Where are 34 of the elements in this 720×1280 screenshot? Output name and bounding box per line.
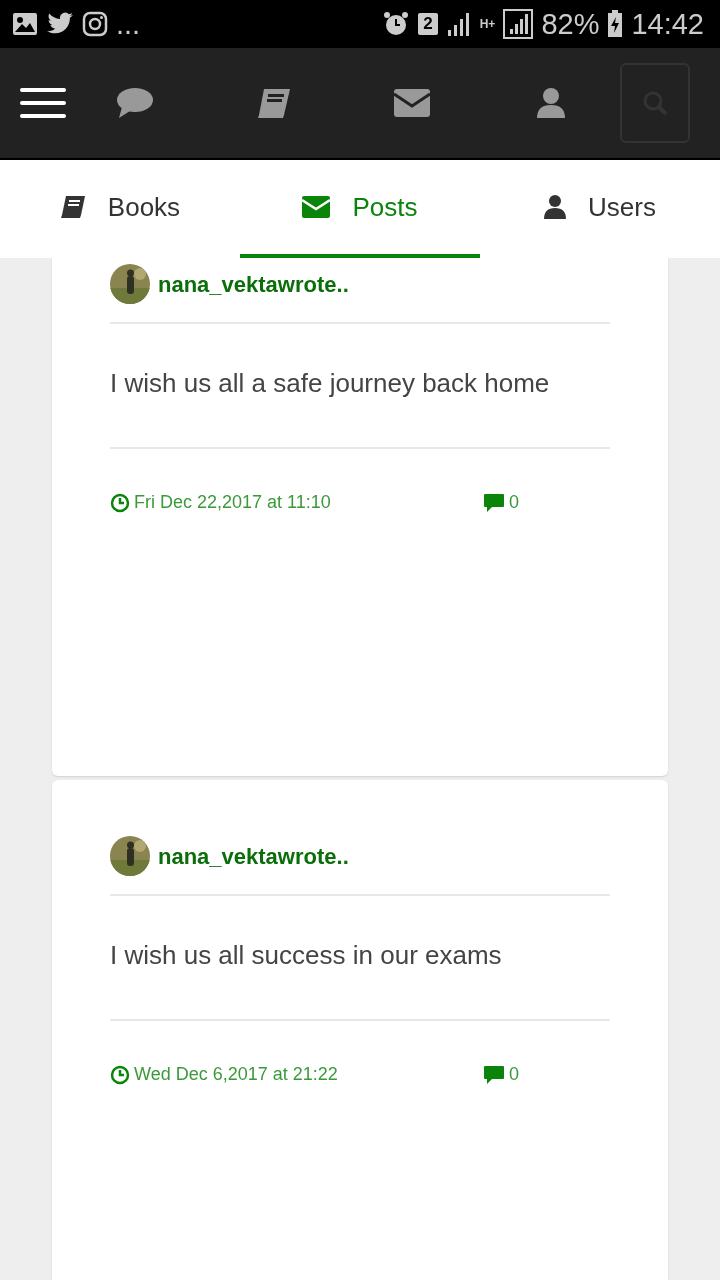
clock-icon [110, 492, 130, 513]
alarm-icon [382, 10, 411, 38]
network-label: H+ [479, 16, 496, 33]
bird-icon [46, 12, 74, 36]
chat-icon[interactable] [116, 87, 155, 119]
tab[interactable]: Users [480, 160, 720, 258]
comment-count: 0 [509, 491, 519, 514]
battery-percent: 82% [541, 9, 600, 39]
menu-icon[interactable] [20, 88, 66, 118]
book-icon [59, 195, 86, 219]
more-indicator: ... [116, 9, 141, 39]
clock-time: 14:42 [631, 9, 704, 39]
sim-badge: 2 [418, 13, 438, 35]
image-icon [12, 12, 38, 36]
signal-icon [445, 11, 472, 37]
post-date: Fri Dec 22,2017 at 11:10 [134, 491, 331, 514]
signal-icon [503, 9, 534, 39]
camera-icon [82, 11, 108, 37]
user-icon [544, 195, 567, 219]
user-icon[interactable] [535, 87, 566, 119]
battery-icon [607, 10, 624, 38]
author-link[interactable]: nana_vektawrote.. [158, 267, 349, 301]
comment-icon [483, 492, 505, 513]
book-icon[interactable] [255, 87, 292, 119]
envelope-icon [302, 196, 331, 218]
comment-count: 0 [509, 1063, 519, 1086]
tab[interactable]: Books [0, 160, 240, 258]
post-text: I wish us all success in our exams [110, 939, 503, 972]
post-text: I wish us all a safe journey back home [110, 367, 551, 400]
author-link[interactable]: nana_vektawrote.. [158, 839, 349, 873]
comment-icon [483, 1064, 505, 1085]
post-date: Wed Dec 6,2017 at 21:22 [134, 1063, 338, 1086]
envelope-icon[interactable] [393, 88, 432, 118]
clock-icon [110, 1064, 130, 1085]
